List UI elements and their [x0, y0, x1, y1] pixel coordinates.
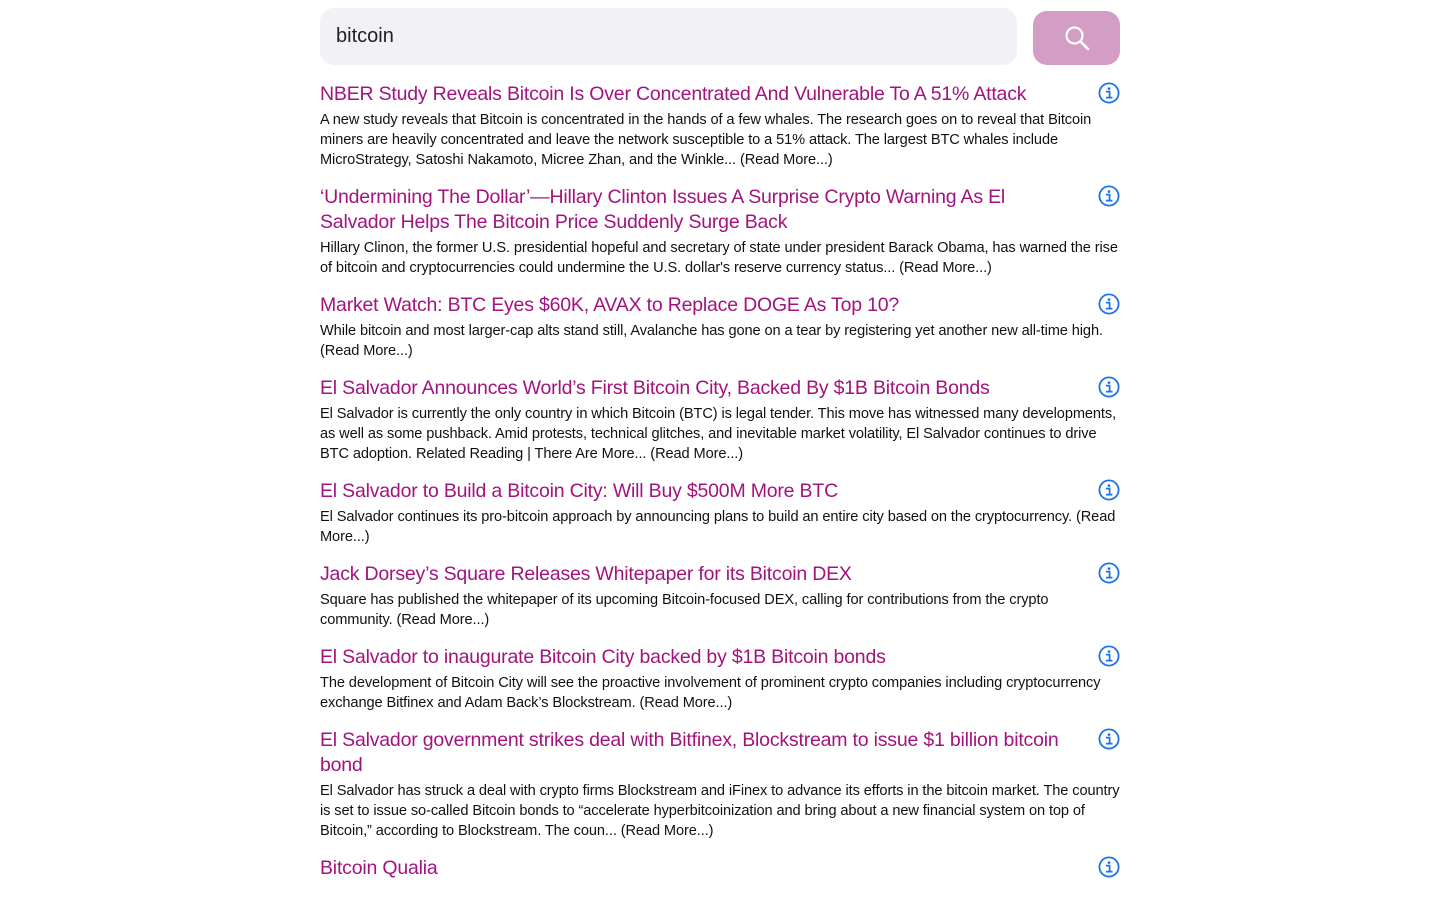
result-snippet: A new study reveals that Bitcoin is conc…	[320, 112, 1092, 168]
result-title-link[interactable]: NBER Study Reveals Bitcoin Is Over Conce…	[320, 82, 1120, 107]
info-icon[interactable]	[1098, 82, 1120, 104]
result-title-link[interactable]: ‘Undermining The Dollar’—Hillary Clinton…	[320, 185, 1120, 235]
search-icon	[1064, 25, 1089, 50]
result-title-link[interactable]: El Salvador to inaugurate Bitcoin City b…	[320, 645, 1120, 670]
result-title-link[interactable]: Jack Dorsey’s Square Releases Whitepaper…	[320, 562, 1120, 587]
result-snippet: El Salvador continues its pro-bitcoin ap…	[320, 509, 1116, 545]
result-item: El Salvador Announces World’s First Bitc…	[320, 376, 1120, 464]
result-snippet: El Salvador is currently the only countr…	[320, 406, 1117, 462]
info-icon[interactable]	[1098, 562, 1120, 584]
search-page: NBER Study Reveals Bitcoin Is Over Conce…	[320, 8, 1120, 896]
result-title-link[interactable]: El Salvador to Build a Bitcoin City: Wil…	[320, 479, 1120, 504]
result-title-link[interactable]: El Salvador Announces World’s First Bitc…	[320, 376, 1120, 401]
result-item: El Salvador to Build a Bitcoin City: Wil…	[320, 479, 1120, 547]
search-bar	[320, 8, 1120, 65]
info-icon[interactable]	[1098, 856, 1120, 878]
info-icon[interactable]	[1098, 293, 1120, 315]
result-item: Bitcoin Qualia	[320, 856, 1120, 881]
info-icon[interactable]	[1098, 185, 1120, 207]
result-item: El Salvador to inaugurate Bitcoin City b…	[320, 645, 1120, 713]
result-snippet: The development of Bitcoin City will see…	[320, 675, 1101, 711]
result-snippet: Hillary Clinon, the former U.S. presiden…	[320, 240, 1118, 276]
search-button[interactable]	[1033, 10, 1120, 65]
info-icon[interactable]	[1098, 728, 1120, 750]
result-title-link[interactable]: El Salvador government strikes deal with…	[320, 728, 1120, 778]
results-list: NBER Study Reveals Bitcoin Is Over Conce…	[320, 82, 1120, 881]
info-icon[interactable]	[1098, 645, 1120, 667]
result-snippet: Square has published the whitepaper of i…	[320, 592, 1049, 628]
result-title-link[interactable]: Bitcoin Qualia	[320, 856, 1120, 881]
result-snippet: El Salvador has struck a deal with crypt…	[320, 783, 1120, 839]
result-snippet: While bitcoin and most larger-cap alts s…	[320, 323, 1103, 359]
result-item: ‘Undermining The Dollar’—Hillary Clinton…	[320, 185, 1120, 278]
result-item: Market Watch: BTC Eyes $60K, AVAX to Rep…	[320, 293, 1120, 361]
result-title-link[interactable]: Market Watch: BTC Eyes $60K, AVAX to Rep…	[320, 293, 1120, 318]
result-item: NBER Study Reveals Bitcoin Is Over Conce…	[320, 82, 1120, 170]
result-item: Jack Dorsey’s Square Releases Whitepaper…	[320, 562, 1120, 630]
info-icon[interactable]	[1098, 376, 1120, 398]
result-item: El Salvador government strikes deal with…	[320, 728, 1120, 841]
search-input[interactable]	[320, 8, 1017, 65]
info-icon[interactable]	[1098, 479, 1120, 501]
